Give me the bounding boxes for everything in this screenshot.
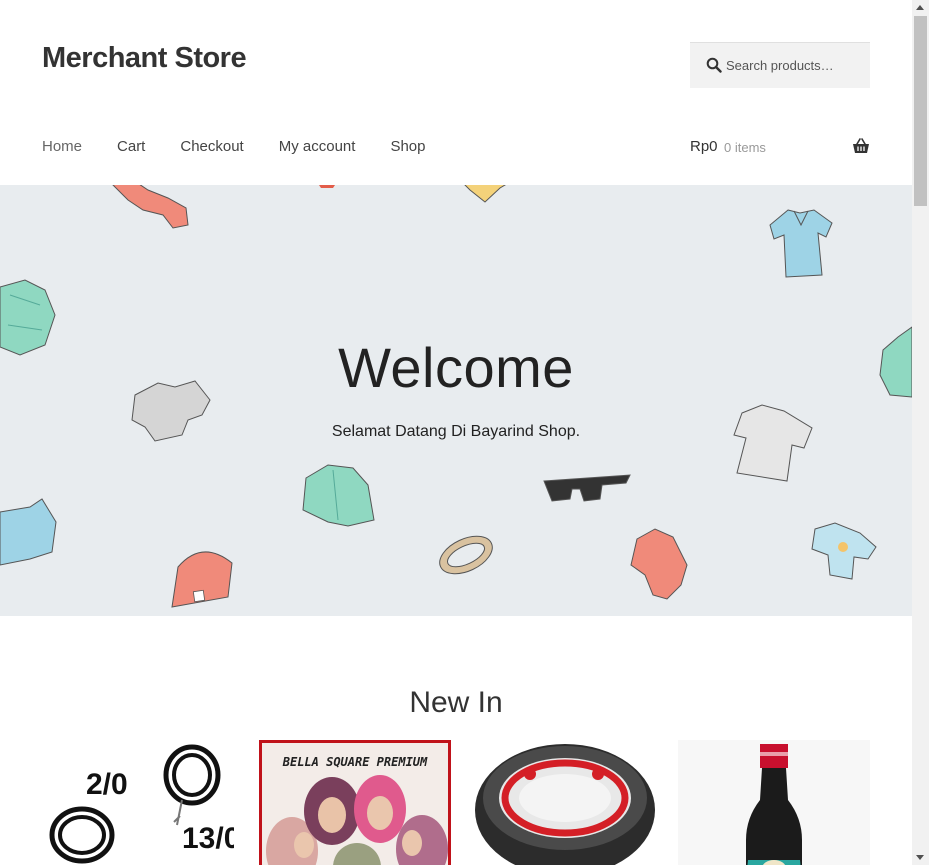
- basket-icon: [853, 138, 869, 153]
- search-input[interactable]: [726, 55, 862, 75]
- tape-image: [475, 744, 655, 865]
- header-cart[interactable]: Rp0 0 items: [690, 138, 870, 158]
- red-item-icon: [319, 185, 335, 188]
- beanie-icon: [171, 551, 233, 608]
- blue-jacket-icon: [0, 498, 57, 566]
- sunglasses-icon: [543, 474, 631, 502]
- belt-icon: [439, 535, 493, 575]
- polo-shirt-icon: [769, 209, 833, 278]
- search-box[interactable]: [690, 42, 870, 88]
- search-icon: [706, 57, 722, 73]
- scroll-up-arrow-icon[interactable]: [916, 5, 924, 10]
- new-in-title: New In: [409, 686, 503, 719]
- baby-shirt-icon: [811, 522, 877, 580]
- cart-count: 0 items: [724, 140, 766, 155]
- hijab-models-image: [266, 775, 448, 865]
- tshirt-icon: [733, 404, 813, 482]
- cable-size-label-1: 2/0: [86, 768, 128, 801]
- hijab-banner-text: BELLA SQUARE PREMIUM: [282, 755, 428, 769]
- vertical-scrollbar[interactable]: [912, 0, 929, 865]
- nav-item-cart[interactable]: Cart: [117, 138, 145, 155]
- product-card-hijab[interactable]: BELLA SQUARE PREMIUM: [259, 740, 451, 865]
- pink-hoodie-icon: [630, 528, 688, 600]
- page: Merchant Store Home Cart Checkout My acc…: [0, 0, 912, 865]
- nav-item-shop[interactable]: Shop: [390, 138, 425, 155]
- scroll-down-arrow-icon[interactable]: [916, 855, 924, 860]
- hero-title: Welcome: [338, 336, 574, 399]
- hoodie-icon: [112, 185, 189, 229]
- product-card-sauce[interactable]: [678, 740, 870, 865]
- nav-item-checkout[interactable]: Checkout: [180, 138, 243, 155]
- green-shirt-icon: [302, 464, 375, 527]
- hero-subtitle: Selamat Datang Di Bayarind Shop.: [331, 423, 581, 440]
- nav-item-home[interactable]: Home: [42, 138, 82, 155]
- cable-size-label-2: 13/0: [182, 822, 234, 855]
- hero-banner: Welcome Selamat Datang Di Bayarind Shop.: [0, 185, 912, 616]
- product-grid: 2/0 13/0 BELLA SQUARE PREMIUM: [42, 740, 870, 865]
- product-card-tape[interactable]: [468, 740, 660, 865]
- site-title[interactable]: Merchant Store: [42, 42, 247, 75]
- sauce-bottle-image: [746, 744, 802, 865]
- primary-nav: Home Cart Checkout My account Shop: [42, 138, 460, 155]
- nav-item-my-account[interactable]: My account: [279, 138, 356, 155]
- scrollbar-thumb[interactable]: [914, 16, 927, 206]
- cart-amount: Rp0: [690, 138, 718, 155]
- product-card-cable[interactable]: 2/0 13/0: [42, 740, 234, 865]
- yellow-shirt-icon: [464, 185, 506, 203]
